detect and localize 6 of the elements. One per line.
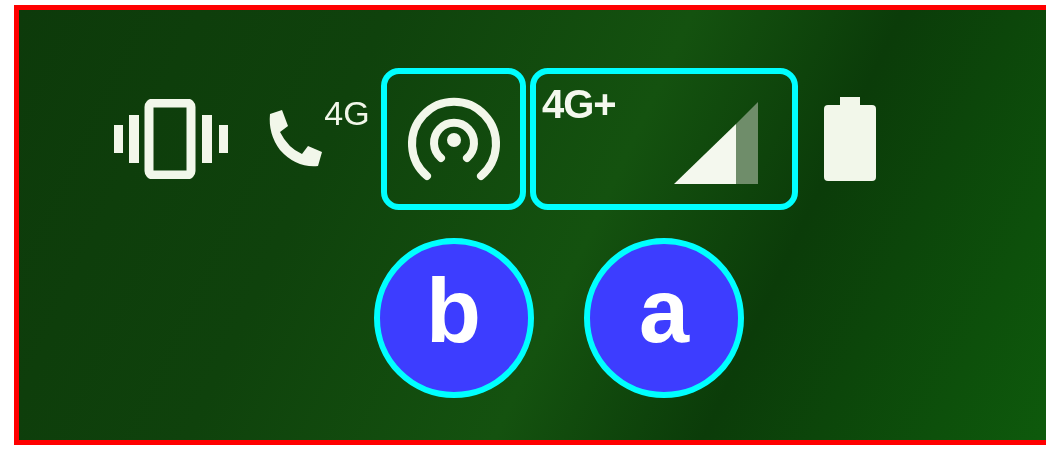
network-type-label: 4G [324,94,370,133]
callout-label: a [584,238,744,398]
vibrate-icon [112,99,230,179]
network-type-label: 4G+ [542,82,616,127]
battery-icon [822,97,878,181]
callout-label: b [373,238,534,398]
